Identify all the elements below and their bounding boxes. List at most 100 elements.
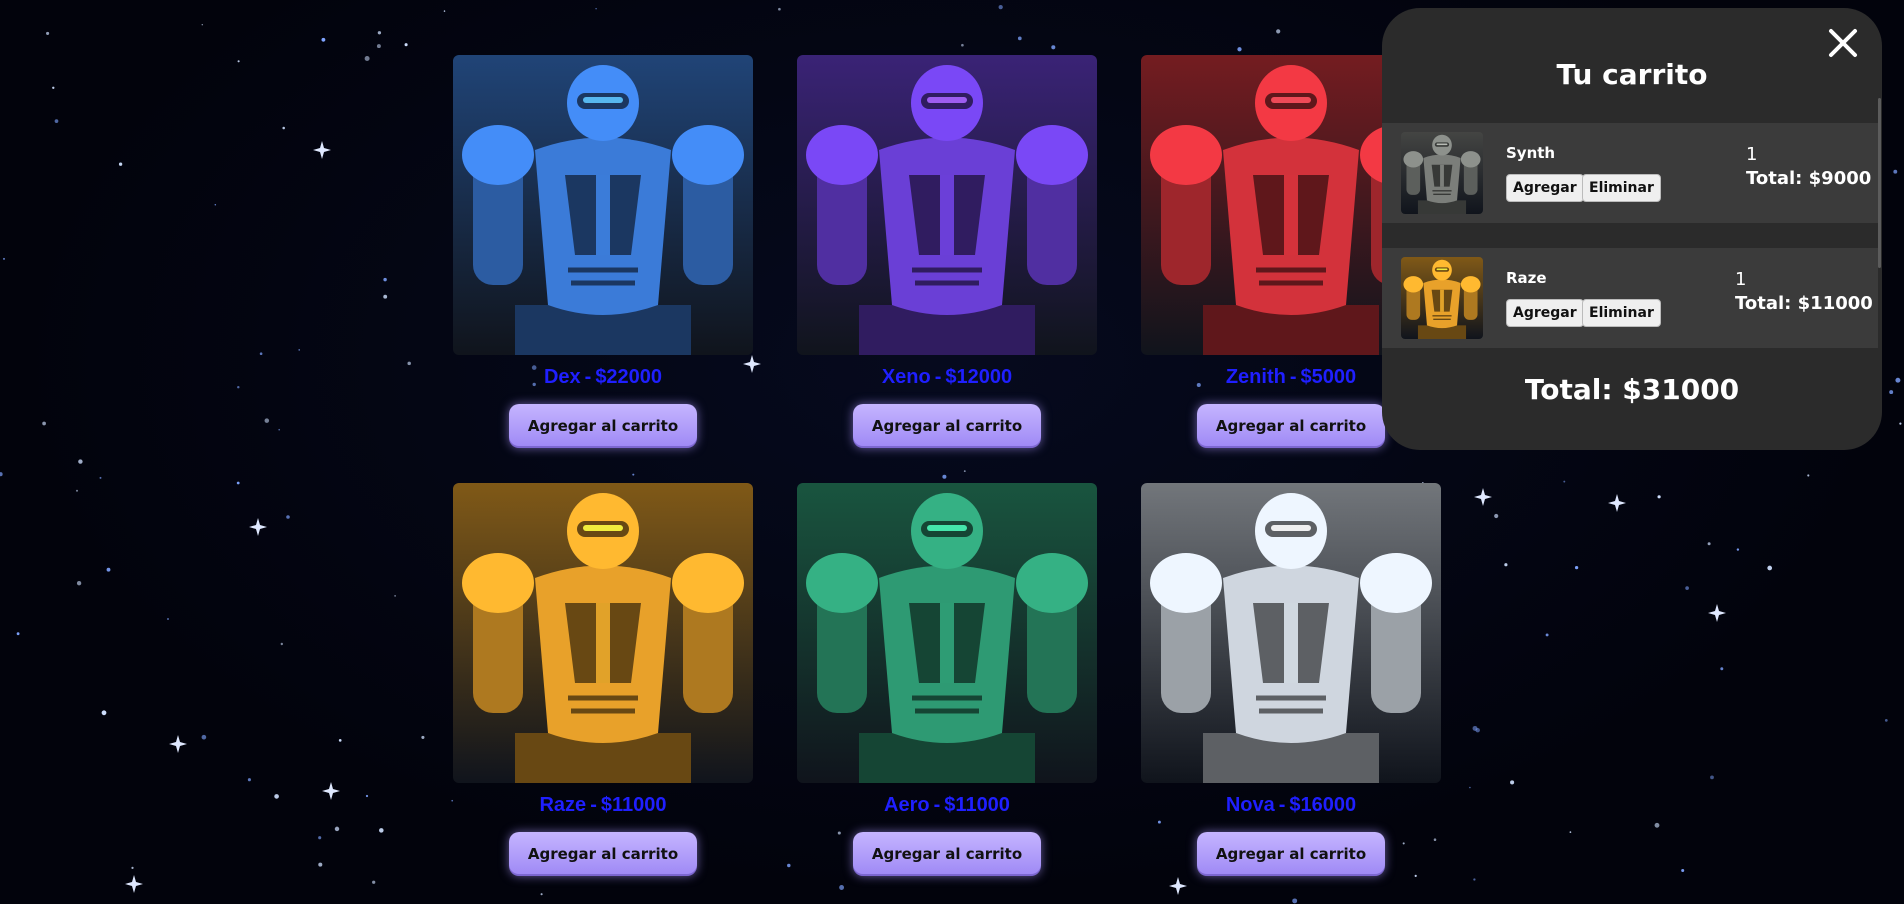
price-separator: - — [590, 794, 597, 816]
star — [1563, 480, 1566, 483]
price-separator: - — [1289, 366, 1297, 388]
product-name: Xeno — [881, 366, 931, 388]
star — [1574, 565, 1579, 570]
star — [280, 642, 283, 646]
cart-item-remove-button[interactable]: Eliminar — [1582, 299, 1661, 327]
star — [839, 885, 845, 890]
cart-item-name: Raze — [1506, 269, 1547, 287]
star — [1494, 513, 1499, 519]
star — [1469, 786, 1471, 789]
add-to-cart-button[interactable]: Agregar al carrito — [1197, 404, 1385, 448]
product-price: $5000 — [1300, 366, 1357, 388]
add-to-cart-button[interactable]: Agregar al carrito — [509, 832, 697, 876]
star — [998, 4, 1003, 10]
star — [52, 86, 55, 89]
star — [404, 43, 408, 47]
star — [3, 257, 5, 260]
star — [365, 794, 369, 798]
robot-image-nova — [1141, 483, 1441, 783]
store-page: Dex - $22000 Agregar al carrito Xeno - $1200… — [0, 0, 1904, 904]
product-title: Dex - $22000 — [453, 366, 753, 389]
star — [394, 595, 396, 597]
star — [318, 862, 323, 867]
star — [201, 734, 207, 740]
cart-item-add-button[interactable]: Agregar — [1506, 174, 1584, 202]
cart-panel: Tu carrito Synth Agregar Eliminar 1 Tota… — [1382, 8, 1882, 450]
star — [1893, 169, 1898, 174]
star — [1017, 36, 1022, 41]
product-card-nova: Nova - $16000 Agregar al carrito — [1141, 483, 1441, 883]
cart-item-image — [1401, 257, 1483, 339]
price-separator: - — [584, 366, 592, 388]
star — [364, 56, 370, 61]
cart-item-total: Total: $11000 — [1735, 293, 1873, 314]
sparkle-star — [1474, 488, 1492, 506]
star — [383, 277, 387, 282]
cart-item-raze: Raze Agregar Eliminar 1 Total: $11000 — [1382, 248, 1878, 348]
star — [282, 126, 285, 130]
cart-item-remove-button[interactable]: Eliminar — [1582, 174, 1661, 202]
product-price: $12000 — [945, 366, 1013, 388]
sparkle-star — [1608, 494, 1626, 512]
star — [1710, 775, 1714, 780]
star — [1685, 586, 1689, 590]
star — [46, 31, 50, 35]
close-icon[interactable] — [1826, 26, 1860, 60]
star — [298, 349, 300, 351]
cart-grand-total: Total: $31000 — [1524, 373, 1740, 406]
star — [1504, 563, 1508, 567]
star — [1657, 495, 1661, 499]
sparkle-star — [125, 875, 143, 893]
product-name: Nova — [1225, 794, 1275, 816]
star — [1051, 45, 1056, 50]
star — [1884, 719, 1888, 722]
cart-title: Tu carrito — [1556, 58, 1708, 91]
add-to-cart-button[interactable]: Agregar al carrito — [509, 404, 697, 448]
star — [1707, 542, 1711, 546]
star — [334, 826, 340, 832]
star — [0, 472, 3, 477]
product-title: Raze - $11000 — [453, 794, 753, 817]
star — [76, 581, 82, 586]
star — [443, 10, 446, 12]
star — [318, 836, 322, 840]
product-title: Aero - $11000 — [797, 794, 1097, 817]
product-card-dex: Dex - $22000 Agregar al carrito — [453, 55, 753, 455]
star — [101, 710, 107, 716]
cart-item-add-button[interactable]: Agregar — [1506, 299, 1584, 327]
add-to-cart-button[interactable]: Agregar al carrito — [853, 404, 1041, 448]
star — [1889, 390, 1894, 395]
price-separator: - — [933, 794, 941, 816]
star — [99, 476, 102, 479]
star — [1545, 633, 1549, 637]
star — [321, 37, 326, 42]
star — [961, 43, 964, 47]
star — [1767, 565, 1773, 571]
star — [237, 60, 240, 63]
sparkle-star — [313, 141, 331, 159]
product-name: Aero — [884, 794, 930, 816]
star — [131, 866, 134, 870]
star — [407, 361, 411, 366]
star — [1736, 548, 1740, 551]
product-price: $11000 — [600, 794, 667, 816]
star — [1276, 29, 1281, 34]
robot-image-dex — [453, 55, 753, 355]
star — [236, 481, 240, 485]
star — [778, 7, 781, 11]
star — [1895, 377, 1901, 383]
star — [1681, 868, 1685, 873]
cart-scrollbar[interactable] — [1878, 98, 1881, 268]
star — [383, 294, 388, 299]
star — [237, 385, 240, 389]
star — [372, 880, 376, 884]
star — [421, 735, 425, 739]
star — [42, 421, 46, 426]
star — [54, 119, 59, 123]
add-to-cart-button[interactable]: Agregar al carrito — [853, 832, 1041, 876]
robot-image-aero — [797, 483, 1097, 783]
add-to-cart-button[interactable]: Agregar al carrito — [1197, 832, 1385, 876]
robot-image-raze — [453, 483, 753, 783]
product-card-xeno: Xeno - $12000 Agregar al carrito — [797, 55, 1097, 455]
star — [274, 794, 279, 799]
